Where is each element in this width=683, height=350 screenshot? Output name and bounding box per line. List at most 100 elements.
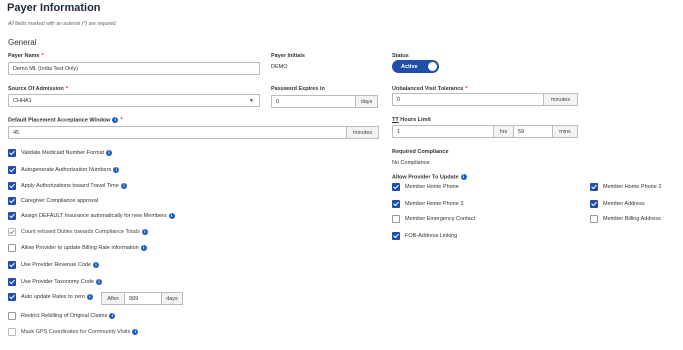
required-note: All fields marked with an asterisk (*) a… bbox=[8, 21, 117, 27]
source-admission-label: Source Of Admission * bbox=[8, 86, 68, 92]
info-icon[interactable]: i bbox=[168, 213, 175, 219]
left-checkbox-row[interactable]: Assign DEFAULT Insurance automatically f… bbox=[8, 212, 175, 220]
checkbox-label: Member Address bbox=[603, 201, 645, 207]
checkbox-empty[interactable] bbox=[590, 215, 598, 223]
check-icon[interactable] bbox=[8, 197, 16, 205]
info-icon[interactable]: i bbox=[141, 229, 148, 235]
checkbox-label: Member Billing Address bbox=[603, 216, 661, 222]
checkbox-label: Restrict Rebilling of Original Claims bbox=[21, 313, 108, 319]
default-placement-input[interactable]: 45 bbox=[8, 126, 347, 139]
info-icon[interactable]: i bbox=[95, 279, 102, 285]
checkbox-label: Use Provider Revenue Code bbox=[21, 262, 92, 268]
after-label: After bbox=[101, 292, 125, 305]
checkbox-label: Mask GPS Coordinates for Community Visit… bbox=[21, 329, 131, 335]
password-expires-input[interactable]: 0 bbox=[271, 95, 356, 108]
check-icon[interactable] bbox=[392, 232, 400, 240]
left-checkbox-row[interactable]: Use Provider Taxonomy Code i bbox=[8, 278, 102, 286]
auto-update-days-input[interactable]: 999 bbox=[124, 292, 162, 305]
tt-minutes-input[interactable]: 59 bbox=[513, 125, 553, 138]
checkbox-label: Member Emergency Contact bbox=[405, 216, 475, 222]
page-title: Payer Information bbox=[7, 2, 101, 14]
check-icon[interactable] bbox=[8, 182, 16, 190]
checkbox-label: FOB-Address Linking bbox=[405, 233, 458, 239]
auto-update-days-unit: days bbox=[161, 292, 183, 305]
check-icon[interactable] bbox=[8, 261, 16, 269]
checkbox-label: Member Home Phone 3 bbox=[405, 201, 464, 207]
left-checkbox-row[interactable]: Restrict Rebilling of Original Claims i bbox=[8, 312, 116, 320]
checkbox-label: Caregiver Compliance approval bbox=[21, 198, 99, 204]
checkbox-label: Member Home Phone bbox=[405, 184, 459, 190]
source-admission-select[interactable]: CHHA1 ▼ bbox=[8, 94, 260, 107]
status-label: Status bbox=[392, 53, 409, 59]
required-compliance-value: No Compliance bbox=[392, 160, 430, 166]
check-icon[interactable] bbox=[392, 200, 400, 208]
allow-provider-checkbox-row[interactable]: Member Home Phone 2 bbox=[590, 183, 661, 191]
left-checkbox-row[interactable]: Caregiver Compliance approval bbox=[8, 197, 98, 205]
left-checkbox-row[interactable]: Use Provider Revenue Code i bbox=[8, 261, 100, 269]
check-icon[interactable] bbox=[8, 293, 16, 301]
tt-hours-input[interactable]: 1 bbox=[392, 125, 494, 138]
required-compliance-label: Required Compliance bbox=[392, 149, 449, 155]
info-icon[interactable]: i bbox=[140, 245, 147, 251]
password-expires-unit: days bbox=[355, 95, 378, 108]
checkbox-label: Count refused Duties towards Compliance … bbox=[21, 229, 140, 235]
check-icon[interactable] bbox=[8, 212, 16, 220]
check-icon[interactable] bbox=[8, 278, 16, 286]
payer-name-input[interactable]: Demo ML (India Test Only) bbox=[8, 62, 260, 75]
left-checkbox-row[interactable]: Validate Medicaid Number Format i bbox=[8, 149, 113, 157]
status-toggle[interactable]: Active bbox=[392, 60, 439, 73]
checkbox-empty[interactable] bbox=[8, 312, 16, 320]
section-general: General bbox=[8, 38, 37, 47]
check-icon[interactable] bbox=[8, 166, 16, 174]
info-icon[interactable]: i bbox=[112, 117, 119, 123]
default-placement-label: Default Placement Acceptance Window i * bbox=[8, 117, 123, 124]
tt-minutes-unit: mins bbox=[552, 125, 578, 138]
password-expires-label: Password Expires in bbox=[271, 86, 325, 92]
info-icon[interactable]: i bbox=[113, 167, 120, 173]
info-icon[interactable]: i bbox=[106, 150, 113, 156]
info-icon[interactable]: i bbox=[120, 183, 127, 189]
allow-provider-checkbox-row[interactable]: Member Address bbox=[590, 200, 645, 208]
checkbox-empty[interactable] bbox=[8, 328, 16, 336]
check-icon[interactable] bbox=[8, 228, 16, 236]
checkbox-label: Allow Provider to update Billing Rate in… bbox=[21, 245, 139, 251]
default-placement-unit: minutes bbox=[346, 126, 379, 139]
payer-initials-value: DEMO bbox=[271, 64, 288, 70]
left-checkbox-row[interactable]: Allow Provider to update Billing Rate in… bbox=[8, 244, 147, 252]
check-icon[interactable] bbox=[8, 149, 16, 157]
info-icon[interactable]: i bbox=[86, 294, 93, 300]
checkbox-label: Assign DEFAULT Insurance automatically f… bbox=[21, 213, 167, 219]
left-checkbox-row[interactable]: Auto update Rates to zero i bbox=[8, 293, 93, 301]
checkbox-empty[interactable] bbox=[8, 244, 16, 252]
unbalanced-tolerance-unit: minutes bbox=[543, 93, 578, 106]
left-checkbox-row[interactable]: Apply Authorizations toward Travel Time i bbox=[8, 182, 127, 190]
left-checkbox-row[interactable]: Autogenerate Authorization Numbers i bbox=[8, 166, 120, 174]
left-checkbox-row[interactable]: Mask GPS Coordinates for Community Visit… bbox=[8, 328, 139, 336]
check-icon[interactable] bbox=[392, 183, 400, 191]
allow-provider-checkbox-row[interactable]: Member Home Phone bbox=[392, 183, 459, 191]
checkbox-label: Validate Medicaid Number Format bbox=[21, 150, 105, 156]
tt-hours-unit: hrs bbox=[493, 125, 514, 138]
allow-provider-checkbox-row[interactable]: FOB-Address Linking bbox=[392, 232, 457, 240]
checkbox-label: Apply Authorizations toward Travel Time bbox=[21, 183, 119, 189]
left-checkbox-row[interactable]: Count refused Duties towards Compliance … bbox=[8, 228, 148, 236]
payer-initials-label: Payer Initials bbox=[271, 53, 305, 59]
checkbox-label: Autogenerate Authorization Numbers bbox=[21, 167, 112, 173]
checkbox-empty[interactable] bbox=[392, 215, 400, 223]
checkbox-label: Auto update Rates to zero bbox=[21, 294, 85, 300]
info-icon[interactable]: i bbox=[460, 174, 467, 180]
check-icon[interactable] bbox=[590, 183, 598, 191]
payer-name-label: Payer Name * bbox=[8, 53, 44, 59]
unbalanced-tolerance-input[interactable]: 0 bbox=[392, 93, 544, 106]
allow-provider-checkbox-row[interactable]: Member Billing Address bbox=[590, 215, 661, 223]
allow-provider-checkbox-row[interactable]: Member Emergency Contact bbox=[392, 215, 475, 223]
check-icon[interactable] bbox=[590, 200, 598, 208]
allow-provider-checkbox-row[interactable]: Member Home Phone 3 bbox=[392, 200, 463, 208]
chevron-down-icon: ▼ bbox=[249, 98, 254, 104]
toggle-knob bbox=[428, 62, 437, 71]
allow-provider-label: Allow Provider To Update i bbox=[392, 174, 467, 180]
info-icon[interactable]: i bbox=[93, 262, 100, 268]
unbalanced-tolerance-label: Unbalanced Visit Tolerance * bbox=[392, 86, 468, 92]
info-icon[interactable]: i bbox=[132, 329, 139, 335]
info-icon[interactable]: i bbox=[109, 313, 116, 319]
